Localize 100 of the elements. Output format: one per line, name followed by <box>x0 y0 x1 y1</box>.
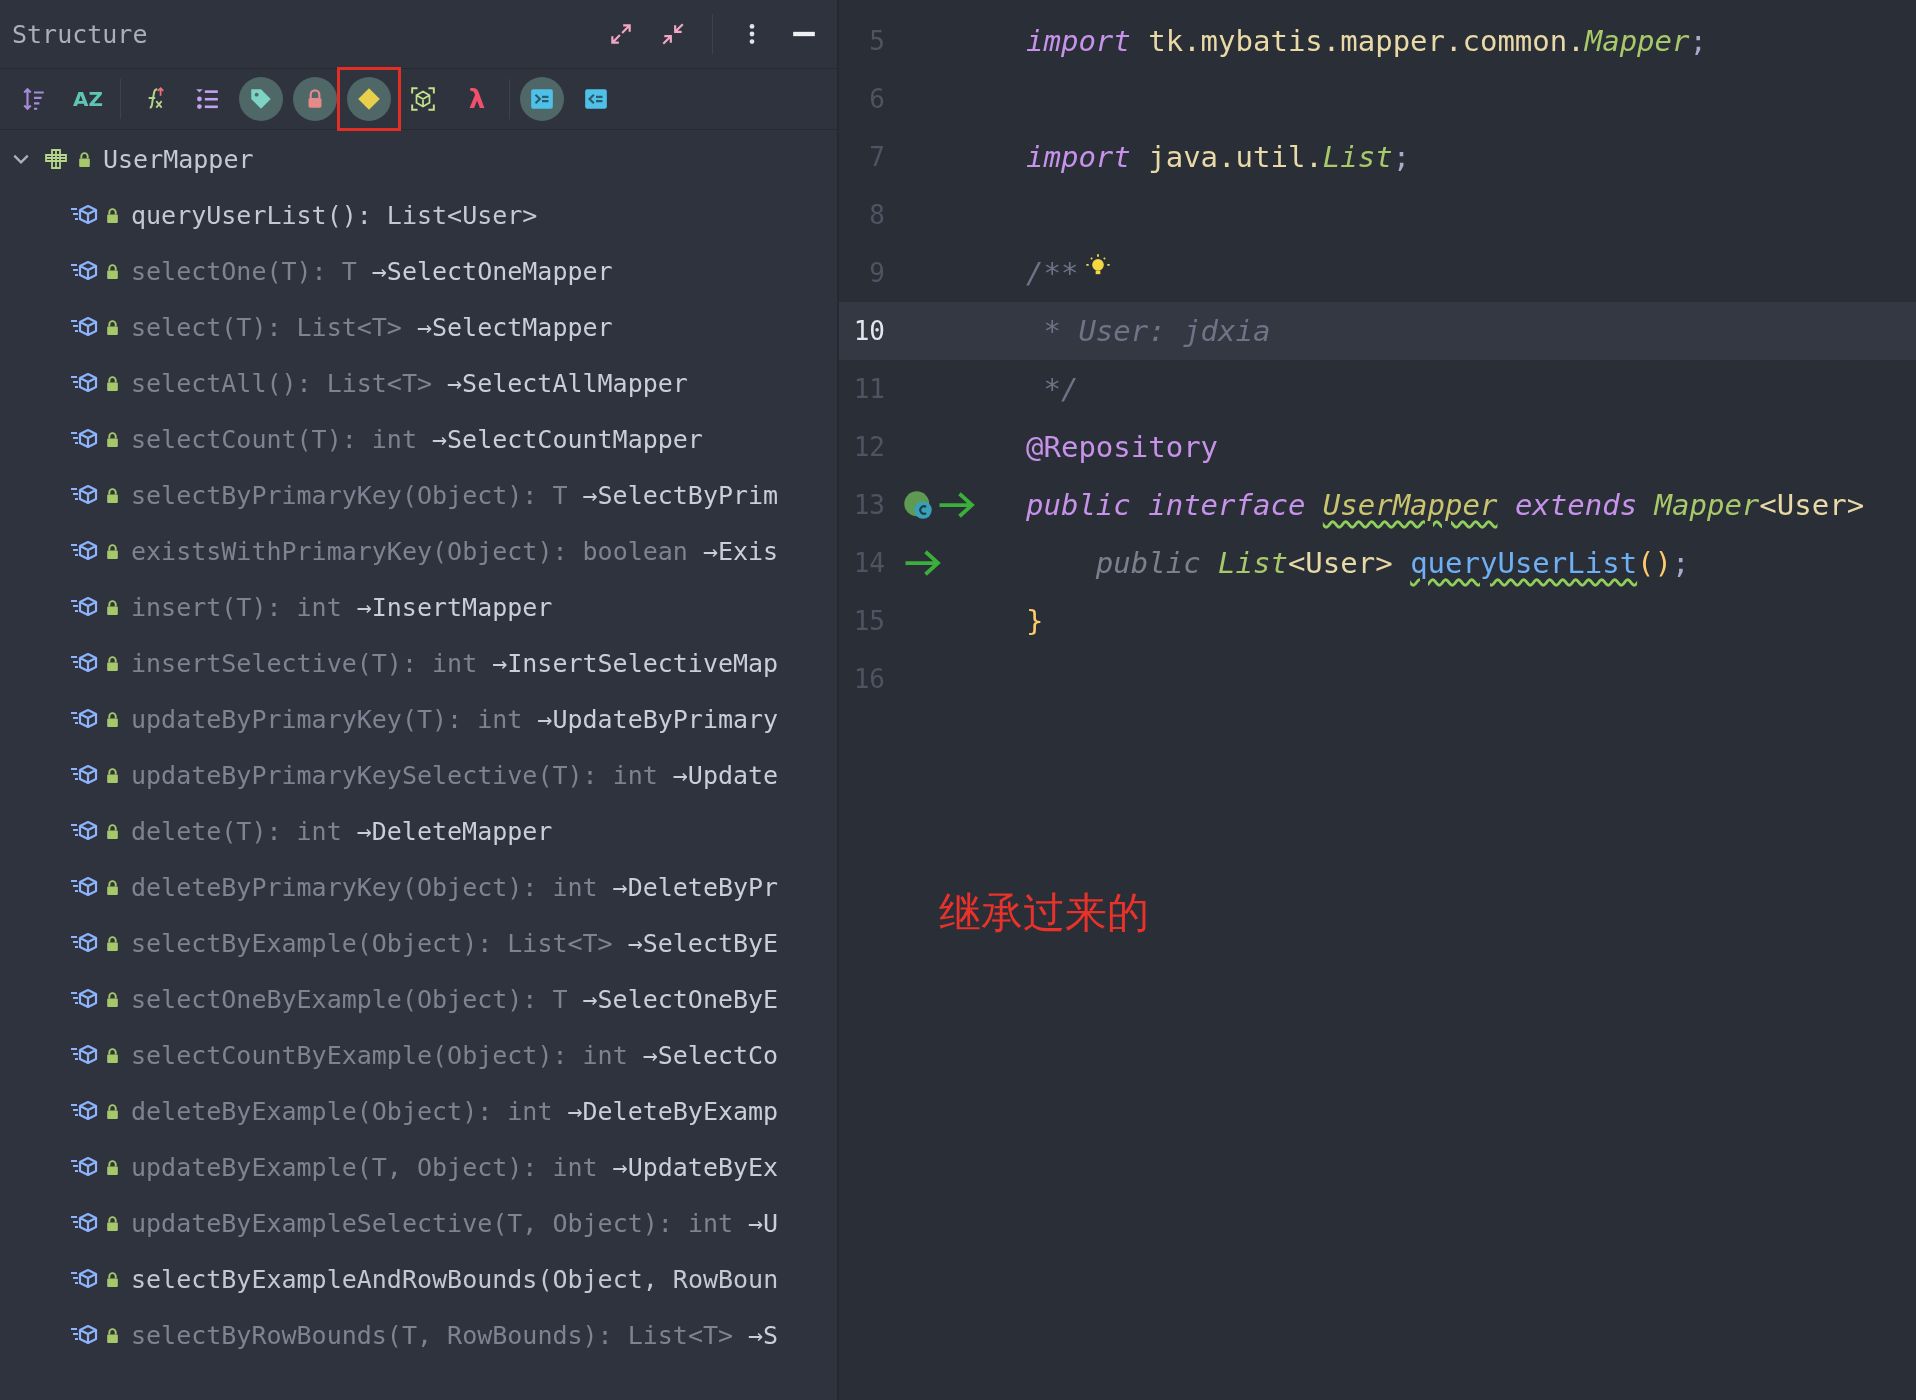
class-name: UserMapper <box>103 144 254 174</box>
arrow-icon[interactable] <box>903 548 943 578</box>
tree-item[interactable]: selectByRowBounds(T, RowBounds): List<T> →S <box>0 1307 837 1363</box>
member-label: selectByExampleAndRowBounds(Object, RowBoun <box>131 1264 779 1294</box>
method-icon <box>70 203 98 227</box>
cube-icon <box>410 86 436 112</box>
arrow-icon[interactable] <box>937 490 977 520</box>
lock-icon <box>104 1326 121 1344</box>
lock-icon <box>104 822 121 840</box>
method-icon <box>70 819 98 843</box>
tree-item[interactable]: selectByExample(Object): List<T> →SelectByE <box>0 915 837 971</box>
member-label: selectByRowBounds(T, RowBounds): List<T> →S <box>131 1320 779 1350</box>
method-icon <box>70 651 98 675</box>
tree-item[interactable]: selectByExampleAndRowBounds(Object, RowBoun <box>0 1251 837 1307</box>
member-label: updateByPrimaryKey(T): int →UpdateByPrimary <box>131 704 779 734</box>
member-label: select(T): List<T> →SelectMapper <box>131 312 613 342</box>
code-line: @Repository <box>1026 430 1219 464</box>
member-label: selectAll(): List<T> →SelectAllMapper <box>131 368 688 398</box>
lock-icon <box>104 262 121 280</box>
method-icon <box>70 707 98 731</box>
lock-icon <box>104 1214 121 1232</box>
member-label: selectCount(T): int →SelectCountMapper <box>131 424 703 454</box>
tree-item[interactable]: selectOneByExample(Object): T →SelectOneByE <box>0 971 837 1027</box>
code-line: import java.util.List; <box>1026 140 1411 174</box>
tree-item[interactable]: select(T): List<T> →SelectMapper <box>0 299 837 355</box>
method-icon <box>70 539 98 563</box>
lock-icon <box>104 206 121 224</box>
tree-item[interactable]: updateByPrimaryKey(T): int →UpdateByPrimary <box>0 691 837 747</box>
lock-icon <box>104 1102 121 1120</box>
sort-icon <box>21 86 47 112</box>
lock-icon <box>104 1046 121 1064</box>
tree-item[interactable]: deleteByExample(Object): int →DeleteByExamp <box>0 1083 837 1139</box>
tree-item[interactable]: updateByExample(T, Object): int →UpdateByEx <box>0 1139 837 1195</box>
lambda-toggle[interactable]: λ <box>455 77 499 121</box>
lock-icon <box>104 1270 121 1288</box>
member-label: insertSelective(T): int →InsertSelectiveMap <box>131 648 779 678</box>
list-icon <box>194 86 220 112</box>
subtypes-icon <box>583 86 609 112</box>
class-gutter-icon[interactable] <box>903 490 933 520</box>
tree-item[interactable]: selectByPrimaryKey(Object): T →SelectByPrim <box>0 467 837 523</box>
lock-icon <box>104 542 121 560</box>
tree-item[interactable]: existsWithPrimaryKey(Object): boolean →Exis <box>0 523 837 579</box>
line-number: 10 <box>852 316 885 346</box>
tree-item[interactable]: selectCountByExample(Object): int →SelectCo <box>0 1027 837 1083</box>
code-line: /** <box>1026 256 1079 290</box>
lock-icon <box>76 150 93 168</box>
member-label: delete(T): int →DeleteMapper <box>131 816 553 846</box>
lock-icon <box>104 710 121 728</box>
method-icon <box>70 595 98 619</box>
expand-icon[interactable] <box>608 21 634 47</box>
method-icon <box>70 1323 98 1347</box>
member-label: deleteByPrimaryKey(Object): int →DeleteByPr <box>131 872 779 902</box>
lock-toggle[interactable] <box>293 77 337 121</box>
tree-item[interactable]: selectOne(T): T →SelectOneMapper <box>0 243 837 299</box>
alpha-toggle[interactable]: AZ <box>66 77 110 121</box>
lock-icon <box>104 654 121 672</box>
method-icon <box>70 1099 98 1123</box>
collapse-icon[interactable] <box>660 21 686 47</box>
diamond-icon <box>356 86 382 112</box>
method-icon <box>70 875 98 899</box>
method-icon <box>70 483 98 507</box>
method-icon <box>70 315 98 339</box>
member-label: selectCountByExample(Object): int →SelectCo <box>131 1040 779 1070</box>
tree-node[interactable]: UserMapper <box>0 131 837 187</box>
tree-item[interactable]: updateByPrimaryKeySelective(T): int →Update <box>0 747 837 803</box>
lock-icon <box>104 374 121 392</box>
member-label: existsWithPrimaryKey(Object): boolean →Exis <box>131 536 779 566</box>
tree-item[interactable]: insertSelective(T): int →InsertSelectiveMap <box>0 635 837 691</box>
member-label: selectOne(T): T →SelectOneMapper <box>131 256 613 286</box>
method-icon <box>70 987 98 1011</box>
tag-toggle[interactable] <box>239 77 283 121</box>
method-icon <box>70 371 98 395</box>
tree-item[interactable]: selectAll(): List<T> →SelectAllMapper <box>0 355 837 411</box>
tree-item[interactable]: updateByExampleSelective(T, Object): int →U <box>0 1195 837 1251</box>
method-icon <box>70 427 98 451</box>
member-label: updateByExample(T, Object): int →UpdateByEx <box>131 1152 779 1182</box>
method-icon <box>70 1211 98 1235</box>
tree-item[interactable]: insert(T): int →InsertMapper <box>0 579 837 635</box>
method-icon <box>70 259 98 283</box>
supertypes-toggle[interactable] <box>520 77 564 121</box>
interface-icon <box>42 147 70 171</box>
lock-icon <box>104 766 121 784</box>
member-label: insert(T): int →InsertMapper <box>131 592 553 622</box>
method-icon <box>70 1155 98 1179</box>
method-icon <box>70 1267 98 1291</box>
supertypes-icon <box>529 86 555 112</box>
member-label: queryUserList(): List<User> <box>131 200 538 230</box>
lock-icon <box>104 430 121 448</box>
tree-item[interactable]: queryUserList(): List<User> <box>0 187 837 243</box>
tree-item[interactable]: delete(T): int →DeleteMapper <box>0 803 837 859</box>
code-line: * User: jdxia <box>1042 314 1271 348</box>
tree-item[interactable]: selectCount(T): int →SelectCountMapper <box>0 411 837 467</box>
tree-item[interactable]: deleteByPrimaryKey(Object): int →DeleteByPr <box>0 859 837 915</box>
code-line: */ <box>1042 372 1079 406</box>
code-line: public List<User> queryUserList(); <box>1094 546 1690 580</box>
member-label: selectOneByExample(Object): T →SelectOneByE <box>131 984 779 1014</box>
member-label: selectByPrimaryKey(Object): T →SelectByPrim <box>131 480 779 510</box>
lock-icon <box>104 934 121 952</box>
lock-icon <box>104 318 121 336</box>
lock-icon <box>104 598 121 616</box>
